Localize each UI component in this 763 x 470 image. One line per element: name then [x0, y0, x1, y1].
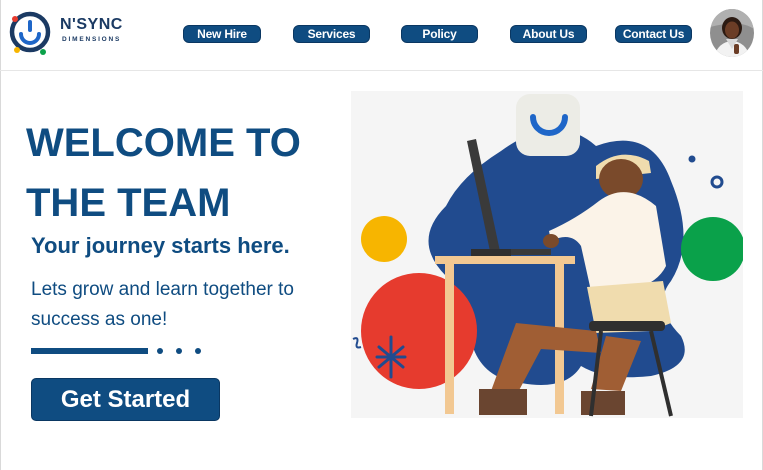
person-working-at-computer-illustration-icon: [352, 94, 743, 417]
brand-logo-icon: [9, 11, 51, 55]
hero-title: WELCOME TO THE TEAM: [26, 121, 301, 225]
nav-contact-us-button[interactable]: Contact Us: [615, 25, 692, 43]
decorative-dot: [157, 348, 163, 354]
nav-new-hire-button[interactable]: New Hire: [183, 25, 261, 43]
decorative-dot: [195, 348, 201, 354]
decorative-dot: [176, 348, 182, 354]
nav-policy-button[interactable]: Policy: [401, 25, 478, 43]
user-avatar[interactable]: [710, 9, 754, 57]
brand-logo[interactable]: N'SYNC DIMENSIONS: [8, 10, 138, 56]
decorative-line: [31, 348, 148, 354]
brand-name: N'SYNC: [60, 16, 123, 33]
hero-description: Lets grow and learn together to success …: [31, 279, 295, 330]
get-started-button[interactable]: Get Started: [31, 378, 220, 421]
user-avatar-icon: [710, 9, 754, 57]
site-header: N'SYNC DIMENSIONS New Hire Services Poli…: [0, 0, 763, 70]
hero-tagline: Your journey starts here.: [31, 233, 290, 258]
brand-subtitle: DIMENSIONS: [62, 36, 122, 43]
header-divider: [0, 70, 763, 71]
nav-about-us-button[interactable]: About Us: [510, 25, 587, 43]
hero-illustration: [351, 91, 743, 418]
nav-services-button[interactable]: Services: [293, 25, 370, 43]
